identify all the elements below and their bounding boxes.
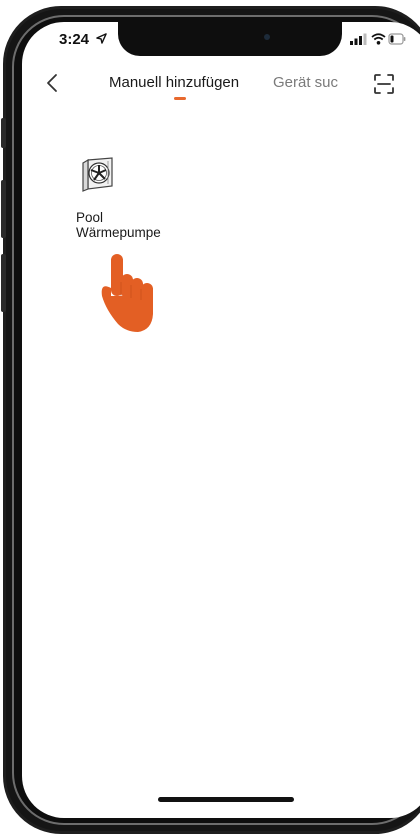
location-arrow-icon (96, 33, 107, 44)
volume-down-button (1, 254, 6, 312)
home-indicator[interactable] (158, 797, 294, 802)
tab-search-device[interactable]: Gerät suc (273, 74, 338, 91)
phone-notch (118, 22, 342, 56)
camera-icon (264, 34, 270, 40)
page: 3:24 Manuell hinzufügen Gerät suc Pool W… (0, 0, 420, 840)
mute-switch (1, 118, 6, 148)
app-screen: 3:24 Manuell hinzufügen Gerät suc Pool W… (22, 22, 420, 818)
device-tile-pool-heat-pump[interactable]: Pool Wärmepumpe (66, 156, 216, 256)
volume-up-button (1, 180, 6, 238)
device-label-line1: Pool (76, 210, 104, 225)
scan-frame-icon[interactable] (372, 72, 396, 96)
active-tab-indicator (174, 97, 186, 100)
pointing-hand-icon (101, 254, 153, 332)
device-label-line2: Wärmepumpe (76, 225, 161, 240)
wifi-icon (371, 33, 386, 45)
heat-pump-fan-icon (82, 157, 113, 192)
status-icons (350, 33, 406, 45)
status-time: 3:24 (59, 31, 90, 48)
back-button[interactable] (40, 70, 66, 96)
tab-add-manually[interactable]: Manuell hinzufügen (109, 74, 239, 91)
battery-icon (388, 33, 406, 45)
device-label: Pool Wärmepumpe (76, 210, 161, 240)
signal-icon (350, 33, 367, 45)
